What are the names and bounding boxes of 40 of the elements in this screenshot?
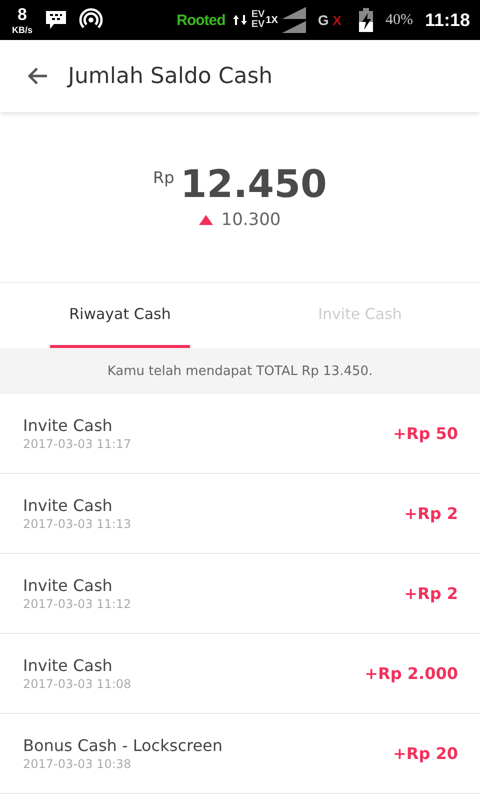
speed-unit: KB/s xyxy=(12,25,33,35)
network-label: EV xyxy=(251,20,265,30)
transaction-row[interactable]: Invite Cash 2017-03-03 11:08 +Rp 2.000 xyxy=(0,634,480,714)
page-title: Jumlah Saldo Cash xyxy=(68,64,273,88)
transaction-row[interactable]: Invite Cash 2017-03-03 11:12 +Rp 2 xyxy=(0,554,480,634)
battery-charging-icon xyxy=(359,8,374,32)
network-label: G xyxy=(318,12,329,28)
network-type: 1X xyxy=(266,15,278,26)
chat-icon xyxy=(44,9,67,31)
rooted-label: Rooted xyxy=(176,12,226,28)
balance-change: 10.300 xyxy=(221,210,281,230)
network-label: EV xyxy=(251,10,265,20)
no-signal-mark: X xyxy=(332,12,342,28)
transaction-amount: +Rp 2 xyxy=(404,504,458,523)
transaction-row[interactable]: Bonus Cash - Lockscreen 2017-03-03 10:38 +Rp 20 xyxy=(0,714,480,794)
total-earned-text: Kamu telah mendapat TOTAL Rp 13.450. xyxy=(107,364,373,378)
transaction-title: Invite Cash xyxy=(23,416,114,435)
transaction-title: Invite Cash xyxy=(23,496,114,515)
transaction-title: Invite Cash xyxy=(23,656,114,675)
transaction-date: 2017-03-03 11:08 xyxy=(23,677,132,691)
transaction-title: Invite Cash xyxy=(23,576,114,595)
transaction-title: Bonus Cash - Lockscreen xyxy=(23,736,223,755)
signal-icon xyxy=(282,7,306,33)
network-speed: 8 xyxy=(18,5,27,25)
transaction-date: 2017-03-03 11:12 xyxy=(23,597,132,611)
transaction-date: 2017-03-03 10:38 xyxy=(23,757,132,771)
clock: 11:18 xyxy=(424,10,470,30)
transaction-amount: +Rp 2.000 xyxy=(364,664,458,683)
transaction-date: 2017-03-03 11:17 xyxy=(23,437,132,451)
transaction-row[interactable]: Invite Cash 2017-03-03 11:17 +Rp 50 xyxy=(0,394,480,474)
transaction-amount: +Rp 2 xyxy=(404,584,458,603)
currency-label: Rp xyxy=(153,168,174,188)
transaction-amount: +Rp 20 xyxy=(392,744,458,763)
data-arrows-icon xyxy=(233,14,248,26)
transaction-date: 2017-03-03 11:13 xyxy=(23,517,132,531)
balance-amount: 12.450 xyxy=(180,164,327,206)
up-triangle-icon xyxy=(199,214,214,225)
transaction-amount: +Rp 50 xyxy=(392,424,458,443)
transaction-row[interactable]: Invite Cash 2017-03-03 11:13 +Rp 2 xyxy=(0,474,480,554)
battery-percent: 40% xyxy=(385,12,413,28)
